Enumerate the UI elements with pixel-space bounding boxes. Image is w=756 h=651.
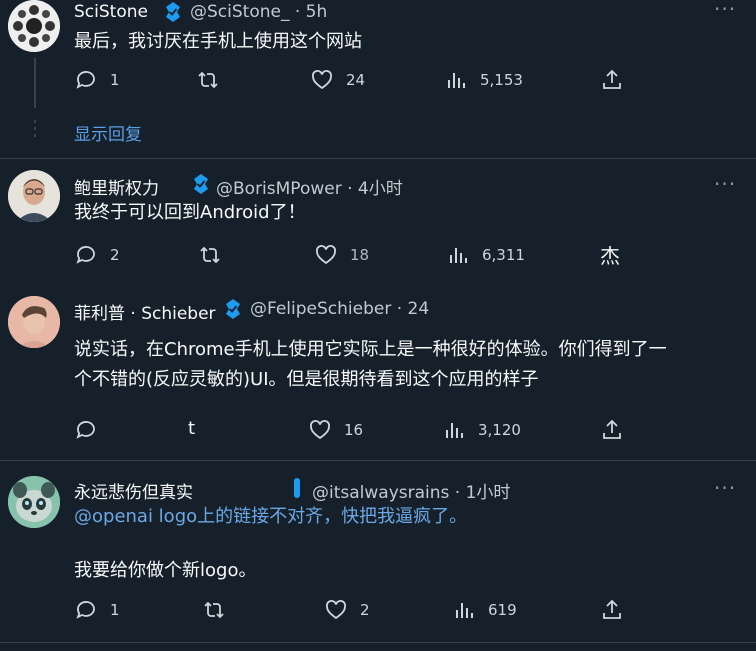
- tweet-text: 最后，我讨厌在手机上使用这个网站: [74, 27, 362, 57]
- share-button[interactable]: [600, 418, 624, 442]
- reply-icon: [76, 601, 95, 619]
- reply-button[interactable]: 1: [74, 598, 120, 622]
- divider: [0, 460, 756, 461]
- like-icon: [310, 420, 330, 440]
- retweet-icon: [204, 601, 224, 619]
- reply-icon: [76, 246, 95, 264]
- show-replies-link[interactable]: 显示回复: [74, 120, 142, 145]
- display-name[interactable]: 鲍里斯权力: [74, 174, 159, 199]
- handle-and-time[interactable]: @BorisMPower · 4小时: [216, 174, 403, 199]
- tweet-felipeschieber[interactable]: 菲利普 · Schieber @FelipeSchieber · 24 说实话，…: [0, 290, 756, 450]
- views-button[interactable]: 3,120: [442, 418, 521, 442]
- tweet-text: 我终于可以回到Android了！: [74, 198, 306, 228]
- verified-badge-icon: [166, 2, 180, 22]
- views-icon: [450, 248, 467, 263]
- tweet-text-line: 我要给你做个新logo。: [74, 560, 257, 581]
- tweet-text-line: 个不错的(反应灵敏的)UI。但是很期待看到这个应用的样子: [74, 369, 539, 390]
- verified-badge-icon: [294, 478, 300, 498]
- avatar[interactable]: [8, 0, 60, 52]
- views-button[interactable]: 6,311: [446, 243, 525, 267]
- avatar[interactable]: [8, 296, 60, 348]
- verified-badge-icon: [194, 174, 208, 194]
- handle-and-time[interactable]: @SciStone_ · 5h: [190, 2, 327, 22]
- handle-and-time[interactable]: @itsalwaysrains · 1小时: [312, 478, 510, 503]
- more-icon[interactable]: ···: [714, 174, 736, 194]
- avatar-illustration: [8, 476, 60, 528]
- reply-button[interactable]: [74, 418, 98, 442]
- reply-icon: [76, 71, 95, 89]
- like-button[interactable]: 24: [310, 68, 365, 92]
- share-icon: [603, 599, 621, 619]
- retweet-button[interactable]: [198, 243, 222, 267]
- views-icon: [456, 603, 473, 618]
- share-icon: [603, 69, 621, 89]
- tweet-text-line: 最后，我讨厌在手机上使用这个网站: [74, 31, 362, 52]
- retweet-button[interactable]: [196, 68, 220, 92]
- like-button[interactable]: 2: [324, 598, 370, 622]
- avatar-photo: [8, 296, 60, 348]
- reply-button[interactable]: 2: [74, 243, 120, 267]
- more-icon[interactable]: ···: [714, 0, 736, 19]
- share-button[interactable]: [600, 598, 624, 622]
- tweet-text: 说实话，在Chrome手机上使用它实际上是一种很好的体验。你们得到了一 个不错的…: [74, 335, 667, 395]
- verified-badge-icon: [226, 299, 240, 319]
- avatar-logo: [8, 0, 60, 52]
- views-count: 3,120: [478, 421, 521, 439]
- reply-count: 2: [110, 246, 120, 264]
- reply-button[interactable]: 1: [74, 68, 120, 92]
- tweet-text: @openai logo上的链接不对齐，快把我逼疯了。 我要给你做个新logo。: [74, 502, 467, 586]
- share-icon: [603, 419, 621, 439]
- divider: [0, 158, 756, 159]
- like-count: 2: [360, 601, 370, 619]
- tweet-text-line: 我终于可以回到Android了！: [74, 202, 306, 223]
- tweet-itsalwaysrains[interactable]: 永远悲伤但真实 @itsalwaysrains · 1小时 ··· @opena…: [0, 470, 756, 640]
- retweet-button[interactable]: [202, 598, 226, 622]
- views-count: 619: [488, 601, 517, 619]
- avatar[interactable]: [8, 476, 60, 528]
- share-button[interactable]: [600, 68, 624, 92]
- views-button[interactable]: 5,153: [444, 68, 523, 92]
- thread-line-dots: [34, 120, 36, 138]
- tweet-borismpower[interactable]: 鲍里斯权力 @BorisMPower · 4小时 ··· 我终于可以回到Andr…: [0, 168, 756, 278]
- views-icon: [448, 73, 465, 88]
- share-label[interactable]: 杰: [600, 240, 620, 269]
- like-count: 24: [346, 71, 366, 89]
- tweet-text-line: 说实话，在Chrome手机上使用它实际上是一种很好的体验。你们得到了一: [74, 339, 667, 360]
- views-icon: [446, 423, 463, 438]
- views-count: 6,311: [482, 246, 525, 264]
- mention-line[interactable]: @openai logo上的链接不对齐，快把我逼疯了。: [74, 502, 467, 532]
- like-button[interactable]: 18: [314, 243, 369, 267]
- like-count: 16: [344, 421, 364, 439]
- display-name[interactable]: 永远悲伤但真实: [74, 478, 193, 503]
- retweet-icon: [198, 71, 218, 89]
- retweet-button[interactable]: t: [188, 418, 195, 439]
- avatar[interactable]: [8, 170, 60, 222]
- like-icon: [326, 600, 346, 620]
- divider: [0, 642, 756, 643]
- thread-line: [34, 58, 36, 108]
- views-count: 5,153: [480, 71, 523, 89]
- like-icon: [316, 245, 336, 265]
- more-icon[interactable]: ···: [714, 478, 736, 498]
- reply-count: 1: [110, 601, 120, 619]
- views-button[interactable]: 619: [452, 598, 517, 622]
- reply-icon: [76, 421, 95, 439]
- avatar-photo: [8, 170, 60, 222]
- like-icon: [312, 70, 332, 90]
- display-name[interactable]: 菲利普 · Schieber: [74, 299, 216, 324]
- like-count: 18: [350, 246, 370, 264]
- handle-and-time[interactable]: @FelipeSchieber · 24: [250, 299, 429, 319]
- reply-count: 1: [110, 71, 120, 89]
- tweet-scistone[interactable]: SciStone @SciStone_ · 5h ··· 最后，我讨厌在手机上使…: [0, 0, 756, 155]
- display-name[interactable]: SciStone: [74, 2, 148, 22]
- retweet-icon: [200, 246, 220, 264]
- like-button[interactable]: 16: [308, 418, 363, 442]
